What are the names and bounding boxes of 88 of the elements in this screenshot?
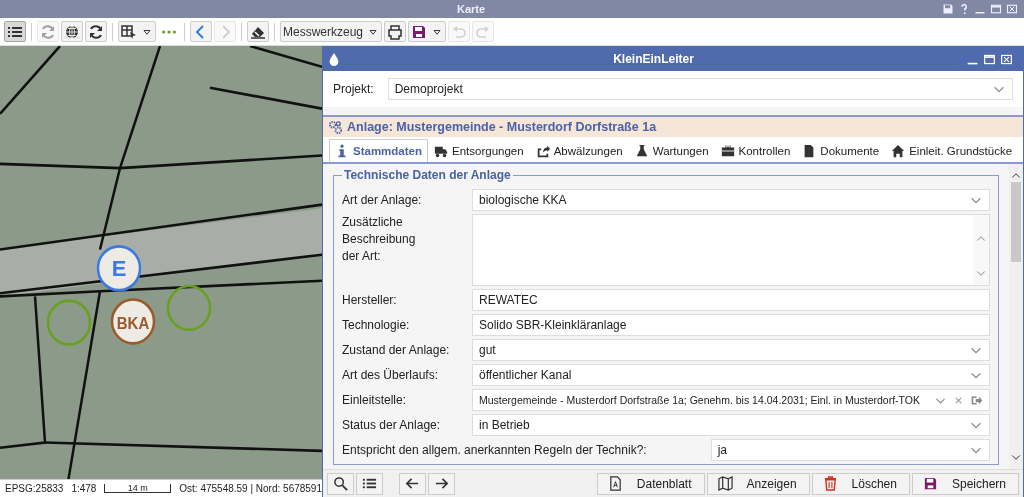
- save-icon: [411, 23, 428, 40]
- go-to-icon[interactable]: [970, 393, 983, 407]
- flask-icon: [634, 144, 649, 158]
- map-marker[interactable]: [166, 284, 212, 332]
- field-label: Hersteller:: [342, 292, 398, 309]
- drop-icon: [327, 52, 341, 66]
- close-icon[interactable]: [1000, 52, 1013, 66]
- maximize-icon[interactable]: [983, 52, 996, 66]
- field-label: Status der Anlage:: [342, 417, 442, 434]
- search-icon: [333, 476, 348, 491]
- window-title: Karte: [455, 3, 487, 15]
- select-field[interactable]: in Betrieb: [472, 414, 990, 436]
- map-marker[interactable]: [46, 299, 92, 346]
- input-field[interactable]: REWATEC: [472, 289, 990, 311]
- select-field[interactable]: ja: [710, 439, 990, 461]
- arrow-left-icon: [405, 476, 420, 491]
- delete-button[interactable]: Löschen: [811, 472, 910, 495]
- help-icon[interactable]: [958, 3, 970, 15]
- tab[interactable]: Kontrollen: [714, 139, 797, 162]
- dots-icon: [161, 29, 176, 34]
- tab[interactable]: Dokumente: [796, 139, 886, 162]
- datasheet-button[interactable]: Datenblatt: [596, 472, 705, 495]
- search-button[interactable]: [327, 472, 354, 495]
- table-select-icon: [121, 23, 137, 40]
- scrollbar-thumb[interactable]: [1011, 181, 1021, 262]
- globe-icon: [64, 23, 80, 40]
- tab[interactable]: Abwälzungen: [529, 139, 629, 162]
- boundary-line: [0, 46, 61, 115]
- save-icon[interactable]: [942, 3, 954, 15]
- select-field[interactable]: biologische KKA: [472, 189, 990, 211]
- combo-field[interactable]: Mustergemeinde - Musterdorf Dorfstraße 1a; Genehm. bis 14.04.2031; Einl. in Musterdorf-TOK: [472, 389, 990, 411]
- close-icon[interactable]: [1006, 3, 1018, 15]
- scale-label: 1:478: [71, 483, 97, 494]
- field-label: Technologie:: [342, 317, 411, 334]
- maximize-icon[interactable]: [990, 3, 1002, 15]
- print-button[interactable]: [384, 21, 407, 42]
- field-label: Art des Überlaufs:: [342, 367, 440, 384]
- refresh-icon: [88, 23, 104, 40]
- previous-button[interactable]: [399, 472, 426, 495]
- briefcase-icon: [720, 144, 735, 158]
- show-on-map-button[interactable]: Anzeigen: [706, 472, 810, 495]
- save-icon: [922, 476, 938, 491]
- arrow-right-icon: [434, 476, 449, 491]
- scrollbar[interactable]: [1009, 164, 1023, 469]
- tab[interactable]: Wartungen: [628, 139, 715, 162]
- save-split-button[interactable]: [408, 21, 447, 42]
- field-label: Art der Anlage:: [342, 192, 423, 209]
- field-label: Projekt:: [333, 82, 374, 96]
- print-icon: [387, 23, 404, 40]
- trash-icon: [822, 476, 838, 491]
- field-label: Zustand der Anlage:: [342, 342, 451, 359]
- list-icon: [362, 476, 377, 491]
- select-field[interactable]: gut: [472, 339, 990, 361]
- table-split-button[interactable]: [118, 21, 156, 42]
- tab[interactable]: Einleit. Grundstücke: [885, 139, 1019, 162]
- dialog-title: KleinEinLeiter: [612, 52, 695, 66]
- gears-icon: [328, 119, 343, 135]
- pdf-icon: [607, 476, 623, 491]
- back-button[interactable]: [190, 21, 212, 42]
- field-label: Entspricht den allgem. anerkannten Regeln der Technik?:: [342, 442, 647, 459]
- list-button[interactable]: [4, 21, 26, 42]
- globe-button[interactable]: [61, 21, 83, 42]
- map-marker[interactable]: BKA: [110, 298, 156, 345]
- list-button[interactable]: [356, 472, 383, 495]
- project-select[interactable]: Demoprojekt: [387, 78, 1013, 100]
- truck-icon: [434, 144, 449, 158]
- undo-icon: [451, 23, 468, 40]
- field-label: Einleitstelle:: [342, 392, 408, 409]
- record-title: Anlage: Mustergemeinde - Musterdorf Dorfstraße 1a: [347, 120, 657, 134]
- measure-tool-dropdown[interactable]: Messwerkzeug: [280, 21, 383, 42]
- save-button[interactable]: Speichern: [911, 472, 1019, 495]
- share-icon: [535, 144, 550, 158]
- form-group-title: Technische Daten der Anlage: [343, 168, 512, 182]
- refresh-icon: [40, 23, 56, 40]
- coordinates-label: Ost: 475548.59 | Nord: 5678591: [179, 483, 322, 494]
- map-photo-placeholder[interactable]: E BKA: [0, 46, 322, 479]
- input-field[interactable]: Solido SBR-Kleinkläranlage: [472, 314, 990, 336]
- field-label: Zusätzliche Beschreibung der Art:: [342, 214, 417, 265]
- tab[interactable]: Entsorgungen: [428, 139, 530, 162]
- next-button[interactable]: [428, 472, 455, 495]
- tab[interactable]: Stammdaten: [329, 139, 429, 162]
- select-field[interactable]: öffentlicher Kanal: [472, 364, 990, 386]
- refresh-button[interactable]: [85, 21, 107, 42]
- home-icon: [891, 144, 906, 158]
- crs-label: EPSG:25833: [5, 483, 64, 494]
- map-icon: [717, 476, 733, 491]
- eraser-button[interactable]: [247, 21, 269, 42]
- scale-bar: 14 m: [104, 484, 172, 493]
